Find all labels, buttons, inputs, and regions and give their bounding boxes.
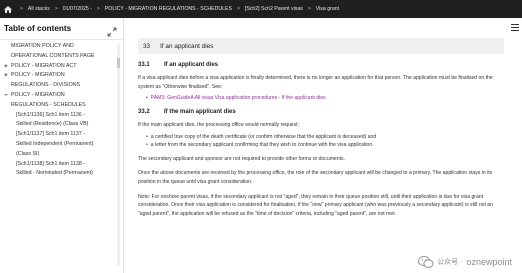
subsection-title: If the main applicant dies	[164, 109, 236, 116]
list-item: a certified true copy of the death certi…	[146, 133, 504, 141]
note-paragraph: Note: For onshore parent visas, if the s…	[138, 193, 493, 217]
toc-item-label: POLICY - MIGRATION	[11, 91, 65, 98]
subsection-heading: 33.1 If an applicant dies	[138, 62, 504, 68]
toc-item[interactable]: Skilled (Residence) (Class VB)	[4, 120, 113, 130]
toc-item-label: Skilled - Nominated (Permanent)	[16, 170, 93, 177]
breadcrumb-item-visa-grant[interactable]: Visa grant	[316, 6, 339, 12]
subsection-number: 33.2	[138, 109, 150, 116]
expand-plus-icon[interactable]: +	[4, 71, 11, 81]
toc-item[interactable]: REGULATIONS - SCHEDULES	[4, 101, 113, 111]
reference-link[interactable]: PAM3: GenGuideA All visas Visa applicati…	[151, 95, 327, 101]
subsection-number: 33.1	[138, 62, 150, 68]
toc-scrollbar[interactable]	[117, 44, 120, 266]
breadcrumb-separator: >	[96, 6, 100, 12]
watermark-name: oznewpoint	[466, 257, 512, 267]
breadcrumb-separator: >	[20, 6, 23, 12]
toc-scrollbar-thumb[interactable]	[117, 58, 120, 68]
breadcrumb-item-schedules[interactable]: POLICY - MIGRATION REGULATIONS - SCHEDUL…	[105, 6, 232, 12]
breadcrumb-separator: >	[307, 6, 311, 12]
watermark: 公众号 · oznewpoint	[418, 255, 512, 269]
collapse-minus-icon[interactable]: −	[4, 91, 11, 101]
breadcrumb-bar: > All stacks > 01/07/2025 - > POLICY - M…	[0, 0, 522, 18]
toc-item[interactable]: OPERATIONAL CONTENTS PAGE	[4, 52, 113, 62]
toc-item-label: POLICY - MIGRATION	[11, 72, 65, 79]
list-item: a letter from the secondary applicant co…	[146, 141, 504, 149]
menu-icon[interactable]	[511, 24, 519, 32]
toc-title: Table of contents	[4, 24, 72, 33]
toc-item-label: REGULATIONS - SCHEDULES	[11, 101, 86, 108]
expand-plus-icon[interactable]: +	[4, 62, 11, 72]
toc-item-label: (Class SI)	[16, 150, 40, 157]
expand-icon[interactable]	[107, 24, 117, 36]
breadcrumb-separator: >	[54, 6, 58, 12]
home-icon[interactable]	[4, 5, 12, 13]
toc-item[interactable]: (Class SI)	[4, 150, 113, 160]
toc-item[interactable]: REGULATIONS - DIVISIONS	[4, 81, 113, 91]
toc-item-label: POLICY - MIGRATION ACT	[11, 62, 77, 69]
breadcrumb-item-all-stacks[interactable]: All stacks	[28, 6, 50, 12]
toc-item[interactable]: Skilled - Nominated (Permanent)	[4, 169, 113, 179]
toc-item-label: Skilled Independent (Permanent)	[16, 140, 94, 147]
toc-item[interactable]: [Sch1/1137] Sch1 item 1137 -	[4, 130, 113, 140]
watermark-source: 公众号 ·	[437, 259, 463, 266]
toc-item-label: MIGRATION POLICY AND	[11, 43, 74, 49]
toc-item[interactable]: [Sch1/1136] Sch1 item 1136 -	[4, 111, 113, 121]
breadcrumb-item-date[interactable]: 01/07/2025 -	[63, 6, 92, 12]
section-title: If an applicant dies	[160, 42, 214, 50]
reference-link-item: • PAM3: GenGuideA All visas Visa applicat…	[146, 95, 328, 102]
breadcrumb-item-parent-visas[interactable]: [Sch2] Sch2 Parent visas	[245, 6, 303, 12]
subsection-title: If an applicant dies	[164, 62, 219, 68]
toc-list: MIGRATION POLICY AND OPERATIONAL CONTENTS…	[0, 40, 123, 270]
subsection-heading: 33.2 If the main applicant dies	[138, 109, 504, 115]
bullet-list: a certified true copy of the death certi…	[138, 133, 504, 149]
table-of-contents-panel: Table of contents MIGRATION POLICY AND OP…	[0, 18, 124, 273]
paragraph: If the main applicant dies, the processi…	[138, 122, 300, 129]
main-content: 33 If an applicant dies 33.1 If an appli…	[126, 18, 512, 273]
toc-item-label: [Sch1/1138] Sch1 item 1138 -	[16, 160, 85, 167]
paragraph: Once the above documents are received by…	[138, 170, 493, 185]
section-header: 33 If an applicant dies	[138, 38, 504, 54]
paragraph: The secondary applicant and sponsor are …	[138, 155, 345, 162]
wechat-icon	[418, 255, 434, 269]
toc-item-label: Skilled (Residence) (Class VB)	[16, 121, 89, 128]
toc-item[interactable]: [Sch1/1138] Sch1 item 1138 -	[4, 160, 113, 170]
toc-item-label: [Sch1/1136] Sch1 item 1136 -	[16, 111, 85, 118]
toc-item-label: [Sch1/1137] Sch1 item 1137 -	[16, 131, 85, 138]
section-number: 33	[143, 42, 151, 50]
toc-item[interactable]: + POLICY - MIGRATION	[4, 71, 113, 81]
toc-item[interactable]: + POLICY - MIGRATION ACT	[4, 62, 113, 72]
toc-item-label: REGULATIONS - DIVISIONS	[11, 82, 81, 89]
breadcrumb-separator: >	[236, 6, 240, 12]
toc-item-label: OPERATIONAL CONTENTS PAGE	[11, 52, 95, 59]
paragraph: If a visa applicant dies before a visa a…	[138, 75, 493, 90]
toc-item[interactable]: − POLICY - MIGRATION	[4, 91, 113, 101]
toc-header: Table of contents	[0, 18, 123, 40]
toc-item[interactable]: MIGRATION POLICY AND	[4, 42, 113, 52]
toc-item[interactable]: Skilled Independent (Permanent)	[4, 140, 113, 150]
